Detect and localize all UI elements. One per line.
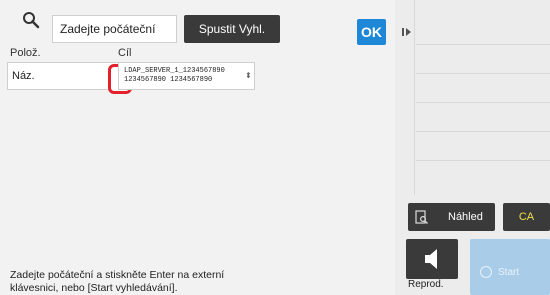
- item-label: Polož.: [10, 47, 41, 59]
- preview-icon: [415, 210, 428, 224]
- list-row-divider: [416, 160, 550, 161]
- ca-button[interactable]: CA: [503, 203, 550, 231]
- search-icon[interactable]: [22, 11, 40, 29]
- target-value: LDAP_SERVER_1_1234567890 1234567890 1234…: [124, 67, 225, 84]
- ok-button[interactable]: OK: [357, 19, 386, 45]
- search-input[interactable]: Zadejte počáteční: [52, 15, 177, 43]
- preview-label: Náhled: [448, 211, 483, 223]
- start-label: Start: [498, 267, 520, 278]
- left-panel: [0, 0, 395, 295]
- search-start-button[interactable]: Spustit Vyhl.: [184, 15, 280, 43]
- list-row-divider: [416, 73, 550, 74]
- list-row-divider: [416, 102, 550, 103]
- speaker-icon: [425, 249, 437, 269]
- target-select[interactable]: LDAP_SERVER_1_1234567890 1234567890 1234…: [118, 62, 255, 90]
- target-label: Cíl: [118, 47, 132, 59]
- help-text: Zadejte počáteční a stiskněte Enter na e…: [10, 269, 225, 294]
- list-row-divider: [416, 131, 550, 132]
- start-button[interactable]: Start: [470, 239, 550, 295]
- spinner-icon[interactable]: ⬍: [245, 71, 252, 80]
- preview-button[interactable]: Náhled: [408, 203, 495, 231]
- item-select-value: Náz.: [12, 70, 35, 82]
- reprod-label: Reprod.: [408, 279, 444, 290]
- start-icon: [480, 266, 492, 278]
- list-row-divider: [416, 44, 550, 45]
- reprod-button[interactable]: [406, 239, 458, 279]
- panel-divider: [414, 0, 415, 195]
- expand-panel-icon[interactable]: [400, 24, 414, 40]
